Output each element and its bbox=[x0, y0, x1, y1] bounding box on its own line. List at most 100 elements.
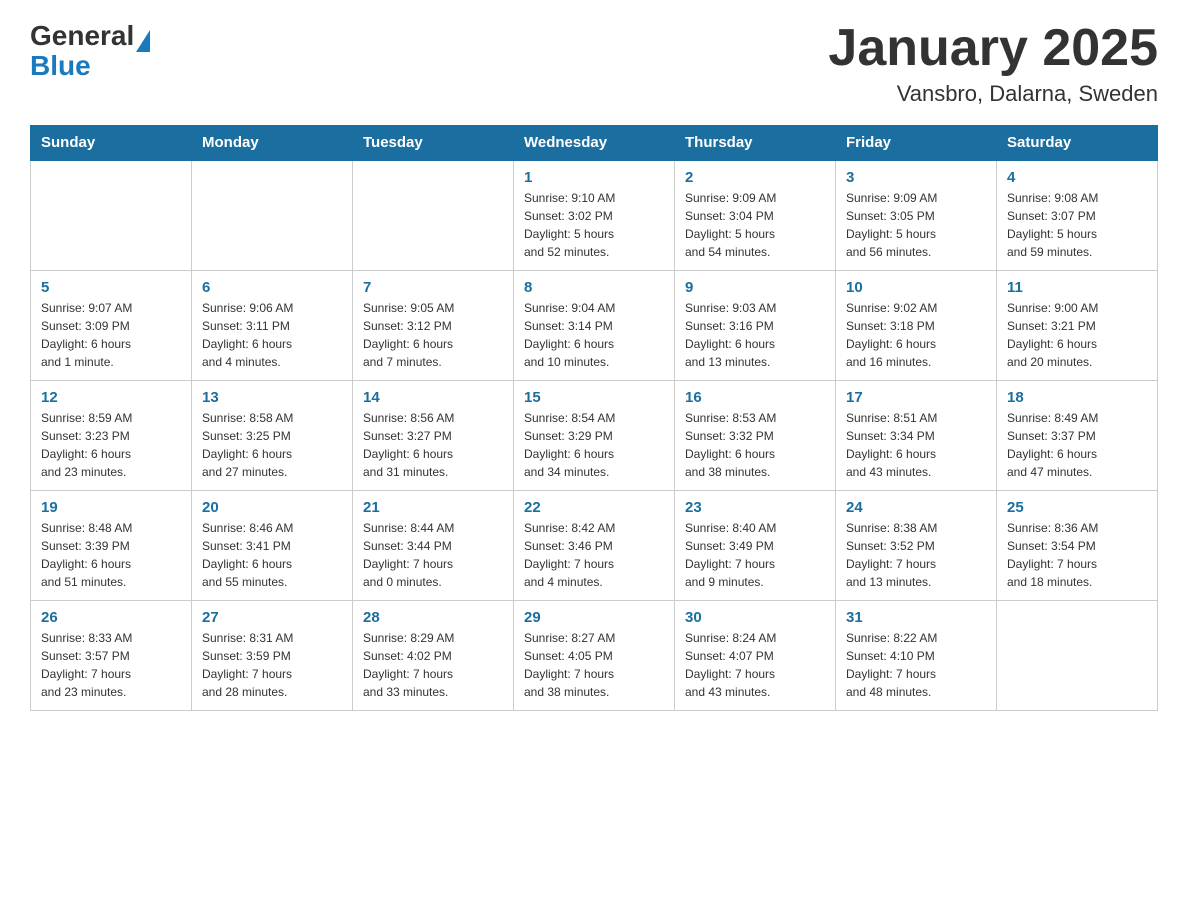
day-info: Sunrise: 8:53 AM Sunset: 3:32 PM Dayligh… bbox=[685, 409, 825, 481]
day-number: 10 bbox=[846, 279, 986, 296]
day-number: 29 bbox=[524, 609, 664, 626]
day-info: Sunrise: 8:29 AM Sunset: 4:02 PM Dayligh… bbox=[363, 629, 503, 701]
day-number: 6 bbox=[202, 279, 342, 296]
day-number: 31 bbox=[846, 609, 986, 626]
col-thursday: Thursday bbox=[675, 126, 836, 161]
calendar-cell: 30 Sunrise: 8:24 AM Sunset: 4:07 PM Dayli… bbox=[675, 600, 836, 710]
calendar-cell bbox=[997, 600, 1158, 710]
calendar-cell: 4 Sunrise: 9:08 AM Sunset: 3:07 PM Daylig… bbox=[997, 160, 1158, 270]
day-number: 12 bbox=[41, 389, 181, 406]
calendar-cell: 20 Sunrise: 8:46 AM Sunset: 3:41 PM Dayli… bbox=[192, 490, 353, 600]
day-number: 4 bbox=[1007, 169, 1147, 186]
day-info: Sunrise: 8:46 AM Sunset: 3:41 PM Dayligh… bbox=[202, 519, 342, 591]
day-info: Sunrise: 8:51 AM Sunset: 3:34 PM Dayligh… bbox=[846, 409, 986, 481]
calendar-cell: 22 Sunrise: 8:42 AM Sunset: 3:46 PM Dayli… bbox=[514, 490, 675, 600]
calendar-cell: 25 Sunrise: 8:36 AM Sunset: 3:54 PM Dayli… bbox=[997, 490, 1158, 600]
day-info: Sunrise: 8:33 AM Sunset: 3:57 PM Dayligh… bbox=[41, 629, 181, 701]
calendar-cell: 18 Sunrise: 8:49 AM Sunset: 3:37 PM Dayli… bbox=[997, 380, 1158, 490]
day-number: 15 bbox=[524, 389, 664, 406]
calendar-cell: 7 Sunrise: 9:05 AM Sunset: 3:12 PM Daylig… bbox=[353, 270, 514, 380]
calendar-cell: 27Sunrise: 8:31 AM Sunset: 3:59 PM Dayli… bbox=[192, 600, 353, 710]
day-number: 2 bbox=[685, 169, 825, 186]
calendar-cell: 3 Sunrise: 9:09 AM Sunset: 3:05 PM Daylig… bbox=[836, 160, 997, 270]
day-info: Sunrise: 8:58 AM Sunset: 3:25 PM Dayligh… bbox=[202, 409, 342, 481]
calendar-cell: 9 Sunrise: 9:03 AM Sunset: 3:16 PM Daylig… bbox=[675, 270, 836, 380]
day-number: 1 bbox=[524, 169, 664, 186]
day-info: Sunrise: 9:03 AM Sunset: 3:16 PM Dayligh… bbox=[685, 299, 825, 371]
day-number: 16 bbox=[685, 389, 825, 406]
day-number: 8 bbox=[524, 279, 664, 296]
day-info: Sunrise: 8:24 AM Sunset: 4:07 PM Dayligh… bbox=[685, 629, 825, 701]
calendar-title: January 2025 bbox=[828, 20, 1158, 77]
day-number: 14 bbox=[363, 389, 503, 406]
calendar-cell bbox=[192, 160, 353, 270]
calendar-cell: 13 Sunrise: 8:58 AM Sunset: 3:25 PM Dayli… bbox=[192, 380, 353, 490]
day-info: Sunrise: 9:02 AM Sunset: 3:18 PM Dayligh… bbox=[846, 299, 986, 371]
day-info: Sunrise: 9:05 AM Sunset: 3:12 PM Dayligh… bbox=[363, 299, 503, 371]
day-info: Sunrise: 9:10 AM Sunset: 3:02 PM Dayligh… bbox=[524, 189, 664, 261]
calendar-cell: 29Sunrise: 8:27 AM Sunset: 4:05 PM Dayli… bbox=[514, 600, 675, 710]
calendar-cell: 2 Sunrise: 9:09 AM Sunset: 3:04 PM Daylig… bbox=[675, 160, 836, 270]
calendar-cell: 26Sunrise: 8:33 AM Sunset: 3:57 PM Dayli… bbox=[31, 600, 192, 710]
calendar-cell: 21Sunrise: 8:44 AM Sunset: 3:44 PM Dayli… bbox=[353, 490, 514, 600]
day-number: 9 bbox=[685, 279, 825, 296]
calendar-cell: 17Sunrise: 8:51 AM Sunset: 3:34 PM Dayli… bbox=[836, 380, 997, 490]
calendar-cell: 31 Sunrise: 8:22 AM Sunset: 4:10 PM Dayli… bbox=[836, 600, 997, 710]
day-number: 30 bbox=[685, 609, 825, 626]
calendar-cell: 24 Sunrise: 8:38 AM Sunset: 3:52 PM Dayli… bbox=[836, 490, 997, 600]
day-number: 5 bbox=[41, 279, 181, 296]
calendar-cell: 12 Sunrise: 8:59 AM Sunset: 3:23 PM Dayli… bbox=[31, 380, 192, 490]
day-info: Sunrise: 8:54 AM Sunset: 3:29 PM Dayligh… bbox=[524, 409, 664, 481]
day-number: 13 bbox=[202, 389, 342, 406]
col-tuesday: Tuesday bbox=[353, 126, 514, 161]
calendar-cell: 15 Sunrise: 8:54 AM Sunset: 3:29 PM Dayli… bbox=[514, 380, 675, 490]
day-number: 25 bbox=[1007, 499, 1147, 516]
logo-general-text: General bbox=[30, 20, 134, 52]
day-info: Sunrise: 9:09 AM Sunset: 3:04 PM Dayligh… bbox=[685, 189, 825, 261]
day-number: 18 bbox=[1007, 389, 1147, 406]
day-number: 28 bbox=[363, 609, 503, 626]
day-info: Sunrise: 8:59 AM Sunset: 3:23 PM Dayligh… bbox=[41, 409, 181, 481]
calendar-cell: 11Sunrise: 9:00 AM Sunset: 3:21 PM Dayli… bbox=[997, 270, 1158, 380]
col-sunday: Sunday bbox=[31, 126, 192, 161]
logo-triangle-icon bbox=[136, 30, 150, 52]
day-info: Sunrise: 8:44 AM Sunset: 3:44 PM Dayligh… bbox=[363, 519, 503, 591]
col-saturday: Saturday bbox=[997, 126, 1158, 161]
col-monday: Monday bbox=[192, 126, 353, 161]
calendar-cell bbox=[353, 160, 514, 270]
calendar-cell: 10 Sunrise: 9:02 AM Sunset: 3:18 PM Dayli… bbox=[836, 270, 997, 380]
day-number: 24 bbox=[846, 499, 986, 516]
day-number: 20 bbox=[202, 499, 342, 516]
calendar-week-row: 1 Sunrise: 9:10 AM Sunset: 3:02 PM Daylig… bbox=[31, 160, 1158, 270]
day-number: 22 bbox=[524, 499, 664, 516]
day-info: Sunrise: 9:00 AM Sunset: 3:21 PM Dayligh… bbox=[1007, 299, 1147, 371]
day-info: Sunrise: 9:08 AM Sunset: 3:07 PM Dayligh… bbox=[1007, 189, 1147, 261]
day-info: Sunrise: 8:38 AM Sunset: 3:52 PM Dayligh… bbox=[846, 519, 986, 591]
calendar-cell: 6Sunrise: 9:06 AM Sunset: 3:11 PM Daylig… bbox=[192, 270, 353, 380]
day-info: Sunrise: 8:56 AM Sunset: 3:27 PM Dayligh… bbox=[363, 409, 503, 481]
col-wednesday: Wednesday bbox=[514, 126, 675, 161]
day-info: Sunrise: 9:07 AM Sunset: 3:09 PM Dayligh… bbox=[41, 299, 181, 371]
day-info: Sunrise: 8:42 AM Sunset: 3:46 PM Dayligh… bbox=[524, 519, 664, 591]
calendar-table: Sunday Monday Tuesday Wednesday Thursday… bbox=[30, 125, 1158, 711]
day-info: Sunrise: 8:49 AM Sunset: 3:37 PM Dayligh… bbox=[1007, 409, 1147, 481]
calendar-week-row: 12 Sunrise: 8:59 AM Sunset: 3:23 PM Dayli… bbox=[31, 380, 1158, 490]
calendar-cell: 1 Sunrise: 9:10 AM Sunset: 3:02 PM Daylig… bbox=[514, 160, 675, 270]
day-number: 3 bbox=[846, 169, 986, 186]
day-number: 7 bbox=[363, 279, 503, 296]
day-info: Sunrise: 8:40 AM Sunset: 3:49 PM Dayligh… bbox=[685, 519, 825, 591]
calendar-week-row: 5 Sunrise: 9:07 AM Sunset: 3:09 PM Daylig… bbox=[31, 270, 1158, 380]
day-info: Sunrise: 8:48 AM Sunset: 3:39 PM Dayligh… bbox=[41, 519, 181, 591]
page-header: General Blue January 2025 Vansbro, Dalar… bbox=[30, 20, 1158, 107]
calendar-week-row: 26Sunrise: 8:33 AM Sunset: 3:57 PM Dayli… bbox=[31, 600, 1158, 710]
calendar-cell: 5 Sunrise: 9:07 AM Sunset: 3:09 PM Daylig… bbox=[31, 270, 192, 380]
day-info: Sunrise: 8:36 AM Sunset: 3:54 PM Dayligh… bbox=[1007, 519, 1147, 591]
day-info: Sunrise: 9:04 AM Sunset: 3:14 PM Dayligh… bbox=[524, 299, 664, 371]
day-info: Sunrise: 9:09 AM Sunset: 3:05 PM Dayligh… bbox=[846, 189, 986, 261]
calendar-subtitle: Vansbro, Dalarna, Sweden bbox=[828, 81, 1158, 107]
day-number: 27 bbox=[202, 609, 342, 626]
day-info: Sunrise: 8:22 AM Sunset: 4:10 PM Dayligh… bbox=[846, 629, 986, 701]
col-friday: Friday bbox=[836, 126, 997, 161]
calendar-cell: 23Sunrise: 8:40 AM Sunset: 3:49 PM Dayli… bbox=[675, 490, 836, 600]
calendar-cell: 16 Sunrise: 8:53 AM Sunset: 3:32 PM Dayli… bbox=[675, 380, 836, 490]
